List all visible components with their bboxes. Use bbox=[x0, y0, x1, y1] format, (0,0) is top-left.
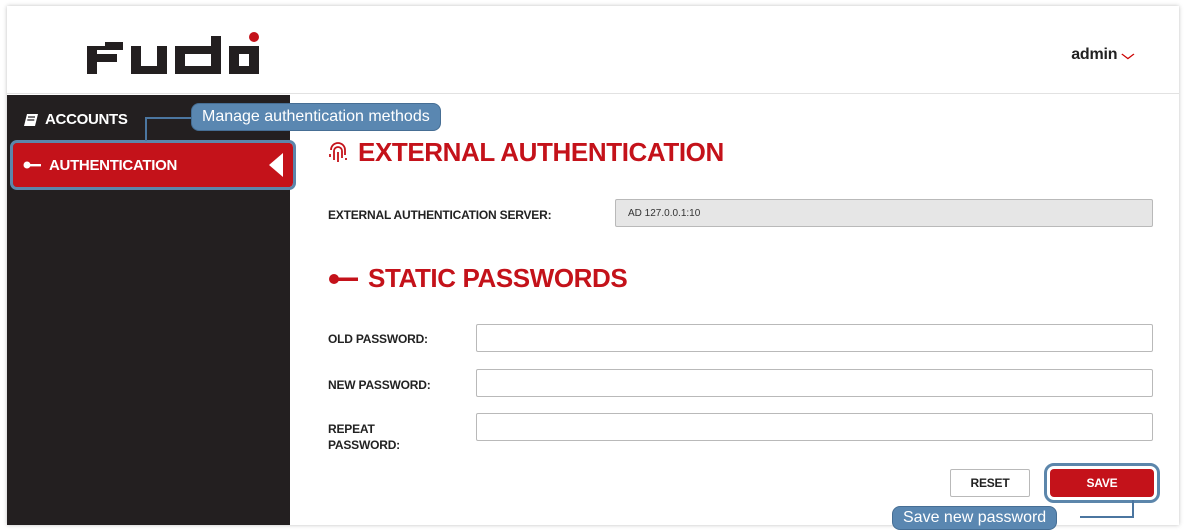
key-icon bbox=[329, 273, 358, 284]
sidebar: ACCOUNTS AUTHENTICATION bbox=[7, 95, 296, 525]
active-indicator bbox=[269, 153, 283, 177]
section-title-text: STATIC PASSWORDS bbox=[368, 263, 628, 293]
callout-connector bbox=[145, 117, 147, 141]
section-title-external: EXTERNAL AUTHENTICATION bbox=[328, 137, 724, 168]
book-icon bbox=[24, 113, 38, 126]
reset-button[interactable]: RESET bbox=[950, 469, 1030, 497]
old-password-label: OLD PASSWORD: bbox=[328, 332, 428, 346]
new-password-label: NEW PASSWORD: bbox=[328, 378, 431, 392]
save-button[interactable]: SAVE bbox=[1044, 463, 1160, 503]
section-title-static: STATIC PASSWORDS bbox=[328, 263, 628, 294]
user-menu[interactable]: admin ⌵ bbox=[1071, 46, 1135, 64]
callout-authentication: Manage authentication methods bbox=[192, 104, 440, 130]
app-window: admin ⌵ ACCOUNTS AUTHENTICATION EXTERNAL… bbox=[7, 6, 1179, 525]
old-password-field[interactable] bbox=[476, 324, 1153, 352]
sidebar-item-authentication[interactable]: AUTHENTICATION bbox=[10, 140, 296, 190]
fingerprint-icon bbox=[329, 141, 347, 162]
new-password-field[interactable] bbox=[476, 369, 1153, 397]
main-content: EXTERNAL AUTHENTICATION EXTERNAL AUTHENT… bbox=[290, 95, 1179, 525]
server-label: EXTERNAL AUTHENTICATION SERVER: bbox=[328, 208, 552, 222]
callout-connector bbox=[145, 117, 193, 119]
repeat-password-label: REPEAT PASSWORD: bbox=[328, 421, 400, 453]
key-icon bbox=[23, 161, 41, 169]
sidebar-item-accounts[interactable]: ACCOUNTS bbox=[23, 111, 128, 128]
header: admin ⌵ bbox=[7, 6, 1179, 94]
repeat-label-line1: REPEAT bbox=[328, 422, 375, 436]
chevron-down-icon: ⌵ bbox=[1121, 47, 1135, 62]
section-title-text: EXTERNAL AUTHENTICATION bbox=[358, 137, 724, 167]
callout-connector bbox=[1080, 516, 1134, 518]
server-field: AD 127.0.0.1:10 bbox=[615, 199, 1153, 227]
repeat-label-line2: PASSWORD: bbox=[328, 438, 400, 452]
fudo-logo bbox=[87, 32, 259, 74]
repeat-password-field[interactable] bbox=[476, 413, 1153, 441]
sidebar-item-label: ACCOUNTS bbox=[45, 111, 128, 128]
user-name: admin bbox=[1071, 46, 1118, 63]
server-value: AD 127.0.0.1:10 bbox=[628, 207, 701, 219]
sidebar-item-label: AUTHENTICATION bbox=[49, 156, 178, 174]
callout-save: Save new password bbox=[893, 507, 1057, 529]
